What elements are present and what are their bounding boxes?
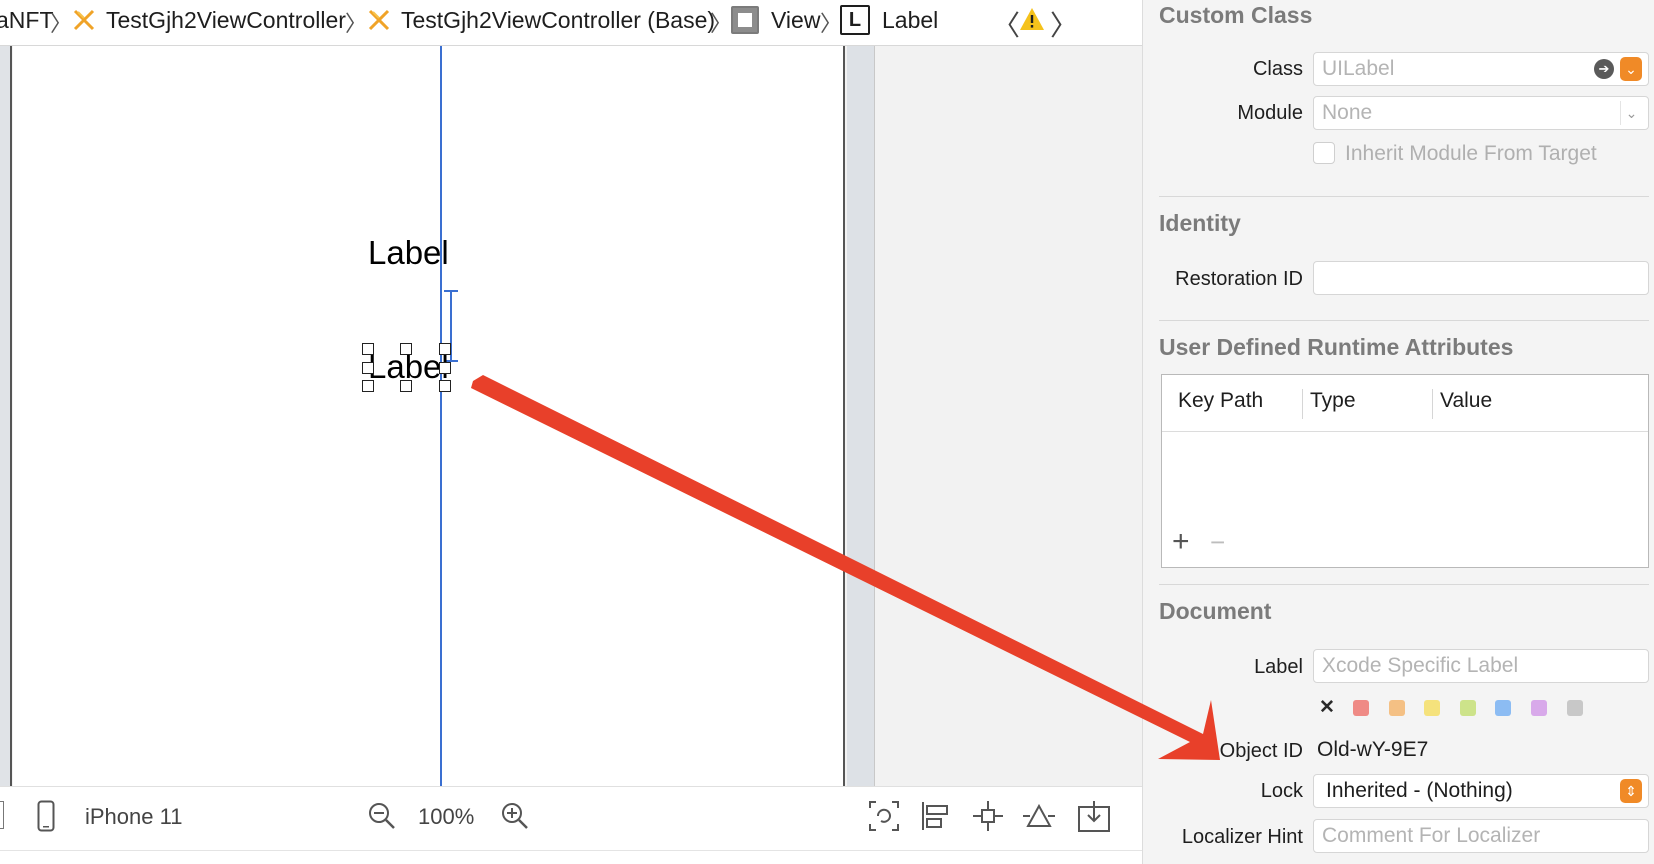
section-title-runtime-attributes: User Defined Runtime Attributes bbox=[1159, 334, 1514, 360]
center-guide-line bbox=[440, 46, 442, 786]
breadcrumb-item-file[interactable]: TestGjh2ViewController bbox=[72, 5, 346, 35]
runtime-attributes-table[interactable]: Key Path Type Value + − bbox=[1161, 374, 1649, 568]
breadcrumb-label: aNFT bbox=[0, 6, 54, 33]
breadcrumb-label: TestGjh2ViewController bbox=[106, 6, 346, 33]
device-name[interactable]: iPhone 11 bbox=[85, 804, 182, 830]
module-dropdown-chevron-icon[interactable]: ⌄ bbox=[1620, 101, 1642, 125]
section-divider bbox=[1159, 196, 1649, 197]
warning-icon[interactable] bbox=[1019, 7, 1045, 31]
class-dropdown-chevron-icon[interactable]: ⌄ bbox=[1620, 57, 1642, 81]
module-label: Module bbox=[1237, 102, 1303, 124]
column-separator bbox=[1432, 389, 1433, 419]
restoration-id-field[interactable] bbox=[1313, 261, 1649, 295]
device-config-icon[interactable] bbox=[0, 801, 4, 829]
localizer-hint-label: Localizer Hint bbox=[1181, 826, 1303, 848]
swift-icon bbox=[73, 9, 95, 31]
resolve-issues-icon[interactable] bbox=[1022, 800, 1056, 832]
resize-handle[interactable] bbox=[439, 380, 451, 392]
color-swatch[interactable] bbox=[1388, 700, 1405, 716]
breadcrumb-item-storyboard[interactable]: TestGjh2ViewController (Base) bbox=[367, 5, 715, 35]
label-icon: L bbox=[840, 5, 870, 35]
object-id-value: Old-wY-9E7 bbox=[1317, 738, 1429, 761]
module-field[interactable]: None ⌄ bbox=[1313, 96, 1649, 130]
identity-inspector: Custom Class Class UILabel ➔ ⌄ Module No… bbox=[1142, 0, 1654, 864]
color-swatch[interactable] bbox=[1353, 700, 1369, 716]
remove-attribute-button[interactable]: − bbox=[1210, 527, 1225, 558]
localizer-hint-field[interactable]: Comment For Localizer bbox=[1313, 819, 1649, 853]
class-label: Class bbox=[1252, 58, 1303, 80]
update-frames-icon[interactable] bbox=[868, 800, 900, 832]
module-placeholder: None bbox=[1322, 101, 1373, 124]
jump-bar: aNFT 〉 TestGjh2ViewController 〉 TestGjh2… bbox=[0, 0, 1142, 46]
color-swatch[interactable] bbox=[1459, 700, 1476, 716]
color-swatch[interactable] bbox=[1495, 700, 1512, 716]
column-header-value[interactable]: Value bbox=[1440, 389, 1492, 413]
resize-handle[interactable] bbox=[362, 362, 374, 374]
go-to-class-icon[interactable]: ➔ bbox=[1594, 59, 1614, 79]
color-swatch[interactable] bbox=[1531, 700, 1547, 716]
device-frame-right bbox=[847, 46, 875, 786]
phone-icon[interactable] bbox=[37, 800, 55, 832]
column-separator bbox=[1302, 389, 1303, 419]
inherit-module-label: Inherit Module From Target bbox=[1345, 142, 1597, 165]
add-constraints-icon[interactable] bbox=[972, 800, 1004, 832]
embed-in-icon[interactable] bbox=[1077, 799, 1111, 833]
section-title-identity: Identity bbox=[1159, 210, 1241, 236]
column-header-type[interactable]: Type bbox=[1310, 389, 1356, 413]
zoom-level[interactable]: 100% bbox=[418, 804, 474, 830]
add-attribute-button[interactable]: + bbox=[1172, 525, 1190, 559]
color-swatch[interactable] bbox=[1566, 700, 1583, 716]
align-icon[interactable] bbox=[920, 800, 952, 832]
class-field[interactable]: UILabel ➔ ⌄ bbox=[1313, 52, 1649, 86]
resize-handle[interactable] bbox=[400, 343, 412, 355]
breadcrumb-item-project[interactable]: aNFT bbox=[0, 5, 54, 35]
table-header-divider bbox=[1162, 431, 1648, 432]
lock-label: Lock bbox=[1260, 780, 1303, 802]
breadcrumb-item-view[interactable]: View bbox=[731, 5, 820, 35]
zoom-out-icon[interactable] bbox=[367, 801, 397, 831]
device-frame-left bbox=[0, 46, 12, 786]
section-title-custom-class: Custom Class bbox=[1159, 2, 1313, 28]
lock-dropdown-chevron-icon[interactable]: ⇕ bbox=[1620, 779, 1642, 803]
swift-icon bbox=[368, 9, 390, 31]
clear-color-button[interactable]: ✕ bbox=[1319, 696, 1335, 719]
breadcrumb-separator: 〉 bbox=[820, 11, 843, 36]
view-icon bbox=[731, 6, 759, 34]
resize-handle[interactable] bbox=[362, 380, 374, 392]
inherit-module-checkbox[interactable] bbox=[1313, 142, 1335, 164]
breadcrumb-separator: 〉 bbox=[345, 11, 368, 36]
bottom-divider bbox=[0, 850, 1142, 851]
color-swatch[interactable] bbox=[1424, 700, 1441, 716]
document-label-field[interactable]: Xcode Specific Label bbox=[1313, 649, 1649, 683]
resize-handle[interactable] bbox=[362, 343, 374, 355]
object-id-label: Object ID bbox=[1219, 740, 1303, 762]
breadcrumb-label: Label bbox=[882, 6, 939, 33]
canvas-bottom-bar: iPhone 11 100% bbox=[0, 786, 1142, 864]
breadcrumb-label: TestGjh2ViewController (Base) bbox=[401, 6, 716, 33]
lock-popup-button[interactable]: Inherited - (Nothing) ⇕ bbox=[1313, 774, 1649, 808]
column-header-key-path[interactable]: Key Path bbox=[1178, 389, 1263, 413]
breadcrumb-separator: 〉 bbox=[50, 11, 73, 36]
breadcrumb-item-label[interactable]: L Label bbox=[840, 5, 938, 35]
lock-value: Inherited - (Nothing) bbox=[1326, 779, 1513, 802]
breadcrumb-separator: 〉 bbox=[710, 11, 733, 36]
section-title-document: Document bbox=[1159, 598, 1272, 624]
section-divider bbox=[1159, 320, 1649, 321]
resize-handle[interactable] bbox=[439, 362, 451, 374]
next-issue-button[interactable]: 〉 bbox=[1050, 4, 1078, 44]
section-divider bbox=[1159, 584, 1649, 585]
interface-builder-canvas[interactable]: Label Label bbox=[0, 46, 1142, 786]
resize-handle[interactable] bbox=[439, 343, 451, 355]
document-label-label: Label bbox=[1254, 656, 1303, 678]
canvas-label-top[interactable]: Label bbox=[368, 234, 449, 272]
previous-issue-button[interactable]: 〈 bbox=[992, 4, 1020, 44]
restoration-id-label: Restoration ID bbox=[1175, 268, 1303, 290]
resize-handle[interactable] bbox=[400, 380, 412, 392]
device-screen[interactable]: Label Label bbox=[13, 46, 845, 786]
zoom-in-icon[interactable] bbox=[500, 801, 530, 831]
breadcrumb-label: View bbox=[771, 6, 821, 33]
class-placeholder: UILabel bbox=[1322, 57, 1395, 80]
